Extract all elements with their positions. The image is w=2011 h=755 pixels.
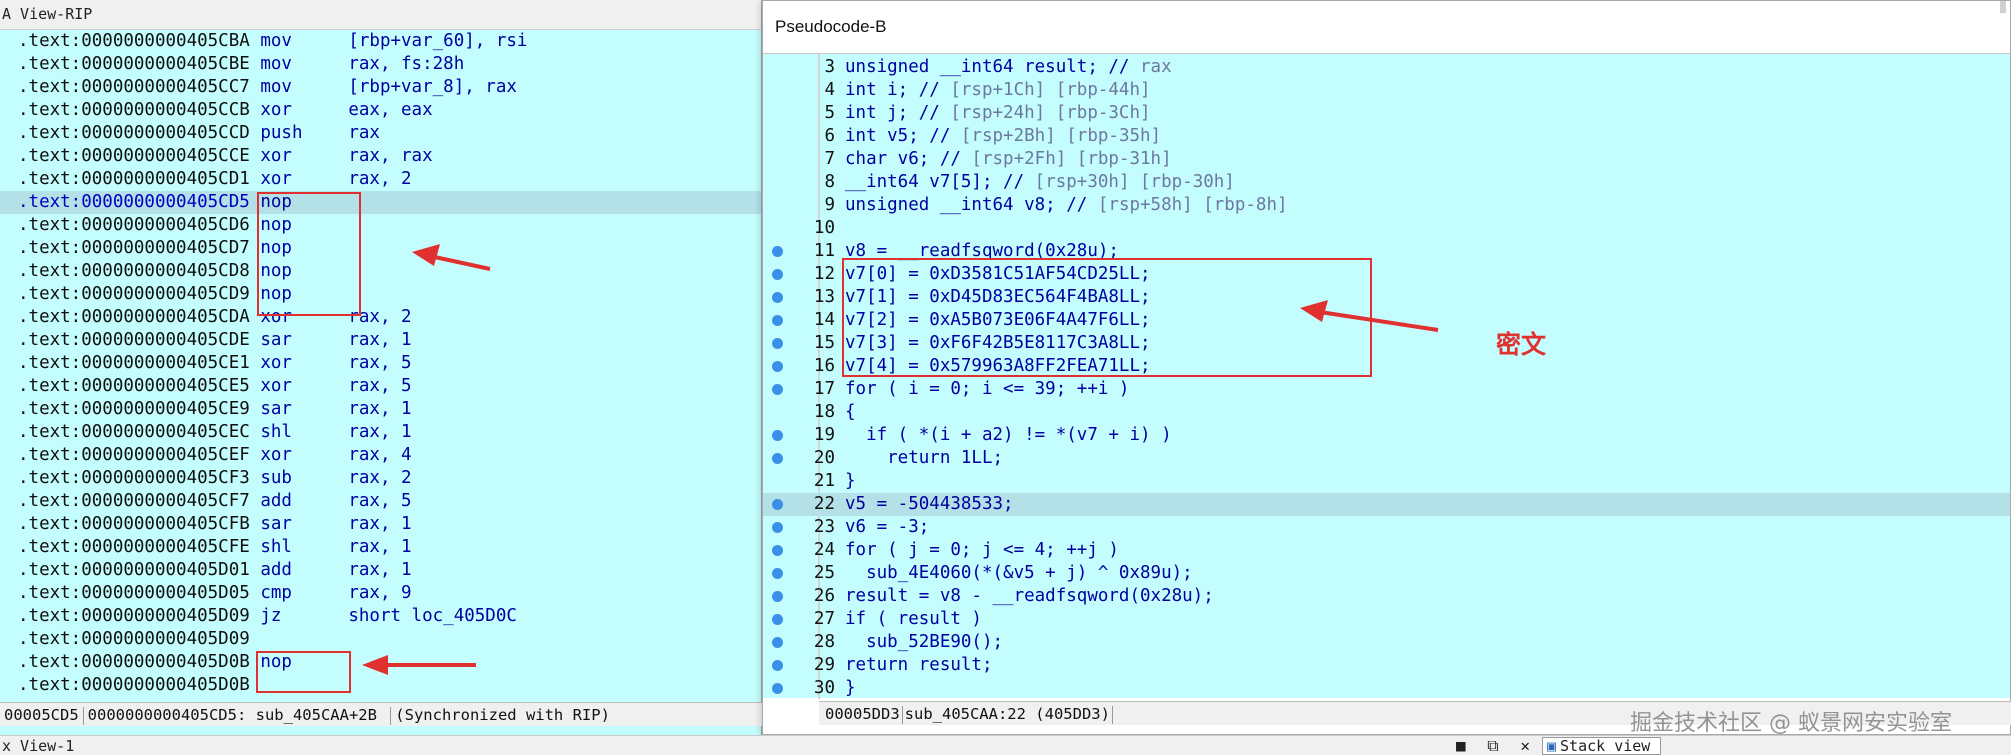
ciphertext-label: 密文 xyxy=(1496,330,1547,359)
arrow-to-ciphertext xyxy=(1300,300,1439,332)
watermark: 掘金技术社区 @ 蚁景网安实验室 xyxy=(1630,711,1952,736)
